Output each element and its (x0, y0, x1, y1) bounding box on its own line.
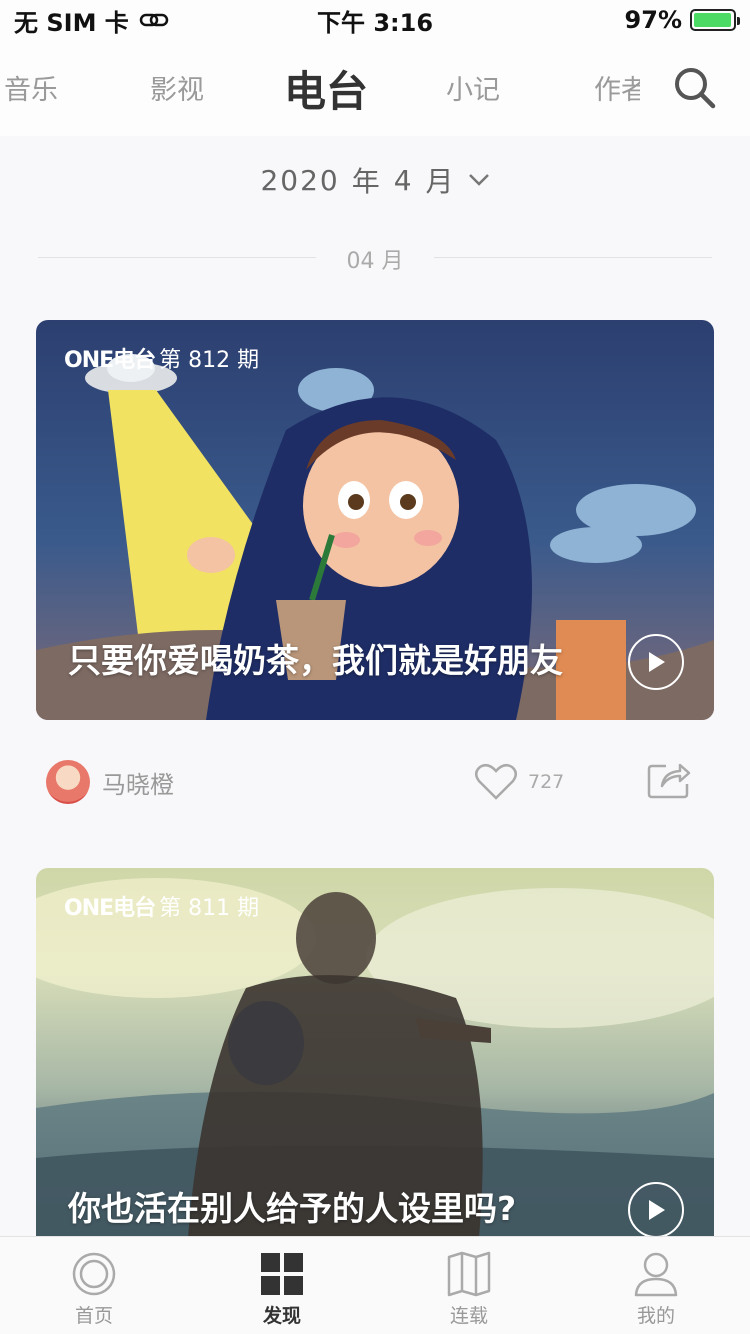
search-icon (675, 68, 716, 109)
tab-home[interactable]: 首页 (49, 1251, 139, 1328)
year-value: 2020 (260, 163, 340, 197)
card-meta: 马晓橙 727 (46, 758, 706, 806)
app-screen: 无 SIM 卡 下午 3:16 97% 音乐 影视 电台 小记 作者 2020 … (0, 0, 750, 1334)
tab-radio[interactable]: 电台 (284, 58, 368, 119)
month-divider: 04 月 (38, 243, 712, 274)
month-unit: 月 (425, 165, 456, 198)
author-name[interactable]: 马晓橙 (102, 765, 174, 800)
share-icon (647, 763, 691, 799)
tab-serial[interactable]: 连载 (424, 1251, 514, 1328)
tab-label: 连载 (449, 1305, 488, 1327)
chevron-down-icon (468, 174, 489, 186)
year-unit: 年 (351, 165, 382, 198)
book-icon (447, 1251, 491, 1297)
month-divider-label: 04 月 (346, 249, 404, 274)
play-button[interactable] (628, 634, 684, 690)
battery-icon (690, 9, 740, 31)
discover-icon (261, 1253, 303, 1295)
tab-label: 首页 (74, 1305, 113, 1327)
tab-music[interactable]: 音乐 (4, 68, 58, 107)
play-icon (649, 652, 665, 672)
play-button[interactable] (628, 1182, 684, 1238)
author-avatar[interactable] (46, 760, 90, 804)
status-left: 无 SIM 卡 (14, 3, 169, 38)
share-button[interactable] (646, 760, 692, 804)
profile-icon (634, 1252, 678, 1297)
card-brand: ONE电台 第 811 期 (64, 890, 259, 922)
home-icon (72, 1252, 116, 1296)
bottom-tab-bar: 首页 发现 连载 我的 (0, 1236, 750, 1334)
tab-label: 我的 (636, 1305, 675, 1327)
card-title: 你也活在别人给予的人设里吗? (68, 1189, 517, 1228)
card-brand: ONE电台 第 812 期 (64, 342, 259, 374)
month-selector[interactable]: 2020 年 4 月 (0, 160, 750, 200)
like-button[interactable]: 727 (474, 763, 564, 801)
tab-label: 发现 (262, 1305, 301, 1327)
status-right: 97% (624, 6, 740, 34)
one-radio-logo: ONE电台 (64, 896, 156, 921)
divider-line-right (434, 257, 712, 258)
card-title: 只要你爱喝奶茶，我们就是好朋友 (68, 641, 563, 680)
search-button[interactable] (640, 40, 750, 136)
card-issue: 第 812 期 (159, 348, 260, 373)
top-nav: 音乐 影视 电台 小记 作者 (0, 40, 750, 136)
card-issue: 第 811 期 (159, 896, 260, 921)
link-icon (139, 13, 169, 27)
tab-discover[interactable]: 发现 (237, 1251, 327, 1328)
tab-film[interactable]: 影视 (150, 68, 204, 107)
carrier-label: 无 SIM 卡 (14, 8, 129, 37)
month-value: 4 (393, 163, 414, 197)
battery-fill (694, 13, 731, 27)
radio-card[interactable]: ONE电台 第 812 期 只要你爱喝奶茶，我们就是好朋友 (36, 320, 714, 720)
heart-icon (475, 763, 517, 800)
one-radio-logo: ONE电台 (64, 348, 156, 373)
radio-card[interactable]: ONE电台 第 811 期 你也活在别人给予的人设里吗? (36, 868, 714, 1268)
status-bar: 无 SIM 卡 下午 3:16 97% (0, 0, 750, 40)
play-icon (649, 1200, 665, 1220)
tab-profile[interactable]: 我的 (611, 1251, 701, 1328)
tab-notes[interactable]: 小记 (446, 68, 500, 107)
battery-percent: 97% (624, 6, 682, 34)
like-count: 727 (528, 771, 565, 793)
